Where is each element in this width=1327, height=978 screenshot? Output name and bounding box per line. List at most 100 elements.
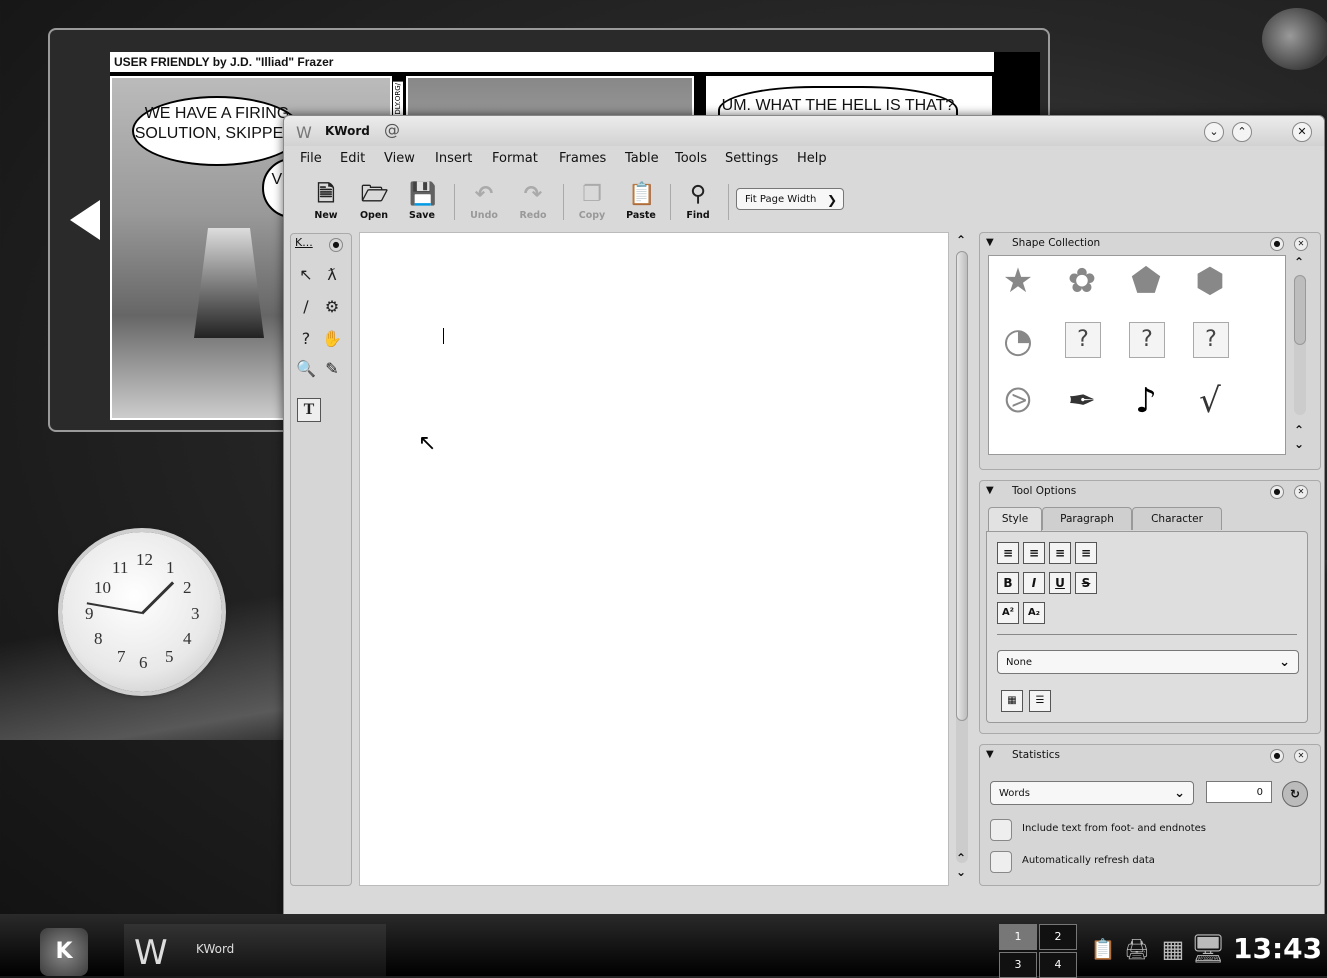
unknown-shape-icon[interactable]: ? xyxy=(1129,322,1165,358)
scroll-up-icon[interactable]: ⌃ xyxy=(1294,255,1304,269)
paragraph-indent-icon[interactable]: ☰ xyxy=(1029,690,1051,712)
star-shape-icon[interactable]: ★ xyxy=(995,258,1041,304)
eraser-icon[interactable]: ✎ xyxy=(321,358,343,380)
bold-icon[interactable]: B xyxy=(997,572,1019,594)
close-docker-button[interactable]: ✕ xyxy=(1294,237,1308,251)
save-disk-icon: 💾 xyxy=(409,182,437,207)
undo-button[interactable]: ↶ Undo xyxy=(462,180,506,224)
menu-format[interactable]: Format xyxy=(492,151,538,166)
menu-view[interactable]: View xyxy=(384,151,415,166)
brush-shape-icon[interactable]: ✒ xyxy=(1059,378,1105,424)
refresh-icon[interactable]: ↻ xyxy=(1282,781,1308,807)
spiral-shape-icon[interactable]: ⧁ xyxy=(995,378,1041,424)
zoom-select[interactable]: Fit Page Width ❯ xyxy=(736,188,844,210)
shape-list-scrollbar[interactable]: ⌃ ⌃ ⌄ xyxy=(1290,255,1308,453)
paragraph-style-select[interactable]: None ⌄ xyxy=(997,650,1299,674)
pan-hand-icon[interactable]: ✋ xyxy=(321,328,343,350)
scroll-page-up-icon[interactable]: ⌃ xyxy=(956,851,966,865)
window-titlebar[interactable]: W KWord @ ⌄ ⌃ ✕ xyxy=(284,116,1324,146)
find-button[interactable]: ⚲ Find xyxy=(676,180,720,224)
italic-icon[interactable]: I xyxy=(1023,572,1045,594)
document-canvas[interactable]: ↖ xyxy=(359,232,949,886)
float-docker-button[interactable]: ● xyxy=(1270,749,1284,763)
scroll-page-down-icon[interactable]: ⌄ xyxy=(956,865,966,879)
connection-tool-icon[interactable]: ⚙ xyxy=(321,296,343,318)
menu-file[interactable]: File xyxy=(300,151,322,166)
underline-icon[interactable]: U xyxy=(1049,572,1071,594)
maximize-button[interactable]: ⌃ xyxy=(1232,122,1252,142)
tab-paragraph[interactable]: Paragraph xyxy=(1042,507,1132,530)
network-tray-icon[interactable]: 🖨 xyxy=(1124,936,1150,962)
desktop-3[interactable]: 3 xyxy=(999,952,1037,978)
scroll-thumb[interactable] xyxy=(956,251,968,721)
monitor-tray-icon[interactable]: 🖥 xyxy=(1190,935,1226,963)
paste-button[interactable]: 📋 Paste xyxy=(619,180,663,224)
zoom-tool-icon[interactable]: 🔍 xyxy=(295,358,317,380)
menu-help[interactable]: Help xyxy=(797,151,827,166)
statistics-type-select[interactable]: Words ⌄ xyxy=(990,781,1194,805)
scroll-page-up-icon[interactable]: ⌃ xyxy=(1294,423,1304,437)
collapse-triangle-icon[interactable]: ▼ xyxy=(986,749,994,760)
clipboard-tray-icon[interactable]: 📋 xyxy=(1090,936,1116,962)
strikethrough-icon[interactable]: S xyxy=(1075,572,1097,594)
pentagon-shape-icon[interactable]: ⬟ xyxy=(1123,258,1169,304)
task-kword[interactable]: W KWord xyxy=(124,924,386,976)
menu-table[interactable]: Table xyxy=(625,151,659,166)
previous-arrow-icon[interactable] xyxy=(70,200,100,240)
style-manager-icon[interactable]: ▦ xyxy=(1001,690,1023,712)
taskbar-clock[interactable]: 13:43 xyxy=(1233,932,1322,965)
close-docker-button[interactable]: ✕ xyxy=(1294,485,1308,499)
pie-shape-icon[interactable]: ◔ xyxy=(995,318,1041,364)
include-endnotes-checkbox[interactable] xyxy=(990,819,1012,841)
unknown-shape-icon[interactable]: ? xyxy=(1065,322,1101,358)
align-right-icon[interactable]: ≡ xyxy=(1049,542,1071,564)
open-button[interactable]: 🗁 Open xyxy=(352,180,396,224)
subscript-icon[interactable]: A₂ xyxy=(1023,602,1045,624)
float-docker-button[interactable]: ● xyxy=(1270,485,1284,499)
document-scrollbar[interactable]: ⌃ ⌃ ⌄ xyxy=(954,233,970,883)
desktop-4[interactable]: 4 xyxy=(1039,952,1077,978)
tab-style[interactable]: Style xyxy=(988,507,1042,532)
collapse-triangle-icon[interactable]: ▼ xyxy=(986,237,994,248)
auto-refresh-checkbox[interactable] xyxy=(990,851,1012,873)
tab-character[interactable]: Character xyxy=(1132,507,1222,530)
menu-settings[interactable]: Settings xyxy=(725,151,778,166)
hexagon-shape-icon[interactable]: ⬢ xyxy=(1187,258,1233,304)
flower-shape-icon[interactable]: ✿ xyxy=(1059,258,1105,304)
show-desktop-icon[interactable]: ▦ xyxy=(1160,936,1186,962)
minimize-button[interactable]: ⌄ xyxy=(1204,122,1224,142)
align-left-icon[interactable]: ≡ xyxy=(997,542,1019,564)
redo-button[interactable]: ↷ Redo xyxy=(511,180,555,224)
superscript-icon[interactable]: A² xyxy=(997,602,1019,624)
close-button[interactable]: ✕ xyxy=(1292,122,1312,142)
collapse-triangle-icon[interactable]: ▼ xyxy=(986,485,994,496)
save-button[interactable]: 💾 Save xyxy=(400,180,444,224)
scroll-up-icon[interactable]: ⌃ xyxy=(956,233,966,247)
desktop-1[interactable]: 1 xyxy=(999,924,1037,950)
menu-frames[interactable]: Frames xyxy=(559,151,606,166)
formula-shape-icon[interactable]: √ xyxy=(1187,378,1233,424)
scroll-thumb[interactable] xyxy=(1294,275,1306,345)
menu-insert[interactable]: Insert xyxy=(435,151,472,166)
toolbox-float-button[interactable]: ● xyxy=(329,238,343,252)
path-tool-icon[interactable]: ƛ xyxy=(321,264,343,286)
clock-number-12: 12 xyxy=(136,550,153,569)
music-note-shape-icon[interactable]: ♪ xyxy=(1123,378,1169,424)
scroll-page-down-icon[interactable]: ⌄ xyxy=(1294,437,1304,451)
menu-tools[interactable]: Tools xyxy=(675,151,707,166)
desktop-corner-orb[interactable] xyxy=(1262,8,1327,70)
desktop-2[interactable]: 2 xyxy=(1039,924,1077,950)
text-tool-icon[interactable]: T xyxy=(297,398,321,422)
close-docker-button[interactable]: ✕ xyxy=(1294,749,1308,763)
copy-button[interactable]: ❐ Copy xyxy=(570,180,614,224)
select-arrow-icon[interactable]: ↖ xyxy=(295,264,317,286)
help-tool-icon[interactable]: ? xyxy=(295,328,317,350)
kde-menu-button[interactable]: K xyxy=(40,928,88,976)
new-button[interactable]: 🗎 New xyxy=(304,180,348,224)
menu-edit[interactable]: Edit xyxy=(340,151,365,166)
align-center-icon[interactable]: ≡ xyxy=(1023,542,1045,564)
unknown-shape-icon[interactable]: ? xyxy=(1193,322,1229,358)
float-docker-button[interactable]: ● xyxy=(1270,237,1284,251)
align-justify-icon[interactable]: ≡ xyxy=(1075,542,1097,564)
line-tool-icon[interactable]: ∕ xyxy=(295,296,317,318)
